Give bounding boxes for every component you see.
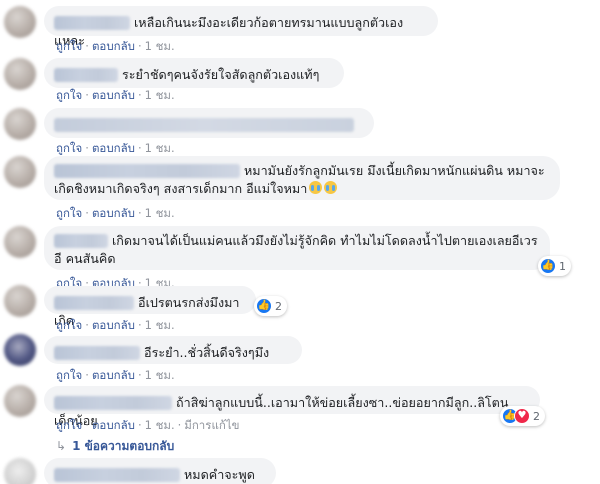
reply-link[interactable]: ตอบกลับ [92, 141, 135, 155]
author-name[interactable] [54, 163, 240, 178]
comment-text: ระยำชัดๆคนจังรัยใจสัดลูกตัวเองแท้ๆ [122, 67, 320, 82]
reaction-summary[interactable]: 👍 ♥ 2 [500, 406, 545, 426]
reaction-count: 2 [533, 409, 540, 423]
comment-text: หมดคำจะพูด [184, 467, 255, 482]
avatar[interactable] [4, 285, 36, 317]
view-replies-link[interactable]: ↳ 1 ข้อความตอบกลับ [56, 437, 174, 456]
comment-actions: ถูกใจ · ตอบกลับ · 1 ชม. · มีการแก้ไข [56, 418, 240, 432]
reply-link[interactable]: ตอบกลับ [92, 318, 135, 332]
reaction-count: 2 [275, 299, 282, 313]
author-name[interactable] [54, 345, 140, 360]
reaction-summary[interactable]: 👍 2 [254, 296, 287, 316]
like-link[interactable]: ถูกใจ [56, 318, 82, 332]
comment-text: เกิดมาจนได้เป็นแม่คนแล้วมึงยังไม่รู้จักค… [54, 233, 538, 266]
timestamp[interactable]: 1 ชม. [145, 206, 175, 220]
like-reaction-icon: 👍 [256, 298, 272, 314]
comment-actions: ถูกใจ · ตอบกลับ · 1 ชม. [56, 206, 175, 220]
edited-label[interactable]: มีการแก้ไข [184, 418, 239, 432]
reply-link[interactable]: ตอบกลับ [92, 206, 135, 220]
comment-bubble: ระยำชัดๆคนจังรัยใจสัดลูกตัวเองแท้ๆ [44, 58, 344, 88]
avatar[interactable] [4, 385, 36, 417]
blurred-comment [54, 117, 354, 132]
avatar[interactable] [4, 156, 36, 188]
reply-summary-label: 1 ข้อความตอบกลับ [72, 439, 175, 453]
avatar[interactable] [4, 334, 36, 366]
comment-actions: ถูกใจ · ตอบกลับ · 1 ชม. [56, 368, 175, 382]
comment-thread: เหลือเกินนะมึงอะเดียวก้อตายทรมานแบบลูกตั… [0, 0, 600, 484]
like-reaction-icon: 👍 [540, 258, 556, 274]
comment-bubble: หมดคำจะพูด [44, 458, 276, 484]
comment-actions: ถูกใจ · ตอบกลับ · 1 ชม. [56, 141, 175, 155]
author-name[interactable] [54, 467, 180, 482]
timestamp[interactable]: 1 ชม. [145, 318, 175, 332]
reaction-count: 1 [559, 259, 566, 273]
crying-emoji-icon [309, 181, 323, 194]
author-name[interactable] [54, 233, 108, 248]
avatar[interactable] [4, 108, 36, 140]
timestamp[interactable]: 1 ชม. [145, 39, 175, 53]
timestamp[interactable]: 1 ชม. [145, 141, 175, 155]
reply-arrow-icon: ↳ [56, 439, 67, 453]
author-name[interactable] [54, 395, 172, 410]
comment-bubble [44, 108, 374, 138]
comment-bubble: เหลือเกินนะมึงอะเดียวก้อตายทรมานแบบลูกตั… [44, 6, 438, 48]
comment-bubble: อีระยำ..ชั่วสิ้นดีจริงๆมึง [44, 336, 302, 364]
comment-bubble: เกิดมาจนได้เป็นแม่คนแล้วมึงยังไม่รู้จักค… [44, 226, 550, 270]
reply-link[interactable]: ตอบกลับ [92, 418, 135, 432]
comment-actions: ถูกใจ · ตอบกลับ · 1 ชม. [56, 39, 175, 53]
avatar[interactable] [4, 58, 36, 90]
like-link[interactable]: ถูกใจ [56, 368, 82, 382]
reply-link[interactable]: ตอบกลับ [92, 39, 135, 53]
comment-bubble: หมามันยังรักลูกมันเรย มึงเนี้ยเกิดมาหนัก… [44, 156, 560, 200]
love-reaction-icon: ♥ [514, 408, 530, 424]
crying-emoji-icon [324, 181, 338, 194]
reply-link[interactable]: ตอบกลับ [92, 368, 135, 382]
like-link[interactable]: ถูกใจ [56, 206, 82, 220]
reply-link[interactable]: ตอบกลับ [92, 88, 135, 102]
like-link[interactable]: ถูกใจ [56, 141, 82, 155]
timestamp[interactable]: 1 ชม. [145, 418, 175, 432]
like-link[interactable]: ถูกใจ [56, 418, 82, 432]
comment-actions: ถูกใจ · ตอบกลับ · 1 ชม. [56, 318, 175, 332]
comment-bubble: ถ้าสิฆ่าลูกแบบนี้..เอามาให้ข่อยเลี้ยงซา.… [44, 386, 540, 428]
avatar[interactable] [4, 226, 36, 258]
author-name[interactable] [54, 67, 118, 82]
timestamp[interactable]: 1 ชม. [145, 88, 175, 102]
comment-text: อีระยำ..ชั่วสิ้นดีจริงๆมึง [144, 345, 270, 360]
like-link[interactable]: ถูกใจ [56, 39, 82, 53]
avatar[interactable] [4, 6, 36, 38]
like-link[interactable]: ถูกใจ [56, 88, 82, 102]
comment-actions: ถูกใจ · ตอบกลับ · 1 ชม. [56, 88, 175, 102]
reaction-summary[interactable]: 👍 1 [538, 256, 571, 276]
author-name[interactable] [54, 295, 134, 310]
avatar[interactable] [4, 458, 36, 484]
author-name[interactable] [54, 15, 130, 30]
comment-bubble: อีเปรตนรกส่งมึงมาเกิด [44, 286, 256, 328]
timestamp[interactable]: 1 ชม. [145, 368, 175, 382]
